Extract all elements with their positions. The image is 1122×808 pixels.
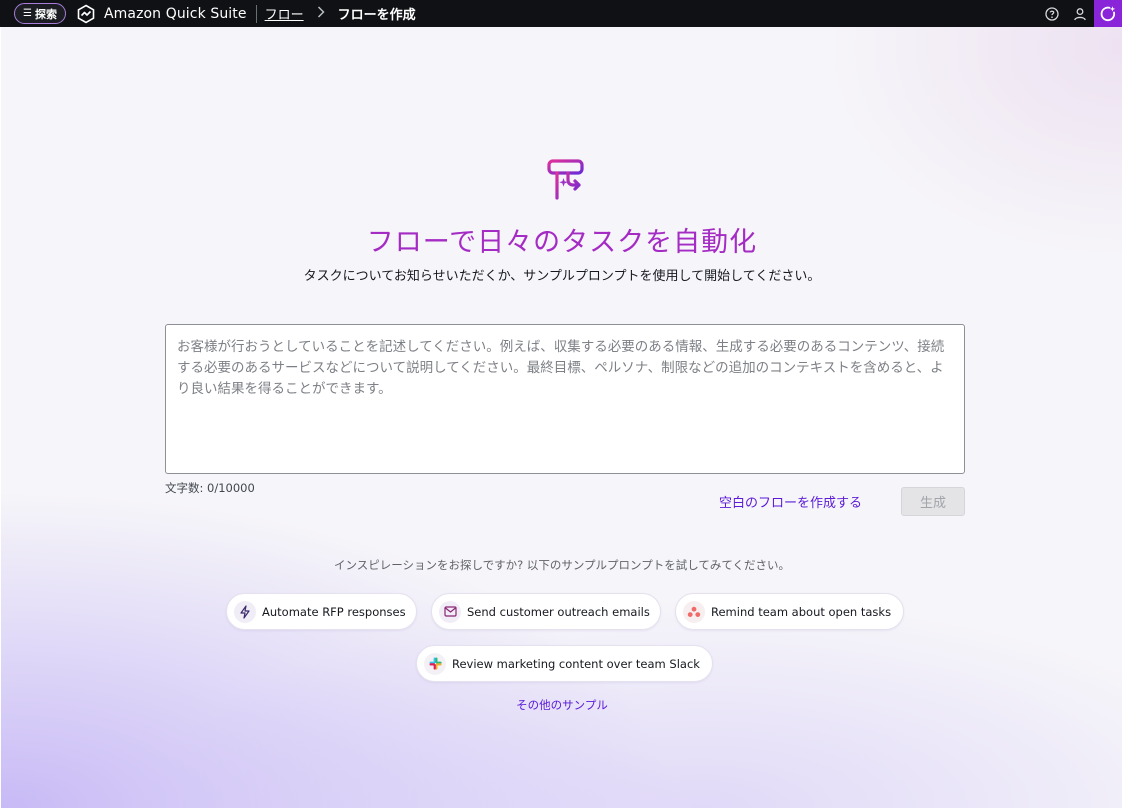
- sample-prompt-label: Automate RFP responses: [262, 604, 406, 619]
- breadcrumb-flows-link[interactable]: フロー: [265, 4, 304, 23]
- topbar-divider: [255, 4, 257, 23]
- sample-prompt-chip[interactable]: Remind team about open tasks: [675, 593, 904, 630]
- sample-prompt-chip[interactable]: Automate RFP responses: [226, 593, 417, 630]
- topbar-actions: [1038, 0, 1122, 27]
- lightning-icon: [234, 600, 256, 623]
- page-subtitle: タスクについてお知らせいただくか、サンプルプロンプトを使用して開始してください。: [303, 269, 821, 284]
- explore-button[interactable]: ☰ 探索: [14, 3, 66, 24]
- mail-icon: [439, 600, 461, 623]
- page-title: フローで日々のタスクを自動化: [366, 227, 758, 258]
- sample-prompt-label: Send customer outreach emails: [467, 604, 650, 619]
- generate-button[interactable]: 生成: [901, 487, 965, 516]
- quick-suite-logo-icon: [77, 4, 95, 23]
- menu-icon: ☰: [23, 8, 32, 19]
- flow-sparkle-icon: [547, 159, 584, 200]
- explore-label: 探索: [34, 7, 57, 21]
- flow-prompt-input[interactable]: [165, 324, 965, 474]
- character-count: 文字数: 0/10000: [165, 481, 255, 495]
- slack-icon: [424, 652, 446, 675]
- create-flow-page: フローで日々のタスクを自動化 タスクについてお知らせいただくか、サンプルプロンプ…: [0, 27, 1122, 808]
- brand[interactable]: Amazon Quick Suite: [76, 4, 247, 24]
- inspiration-text: インスピレーションをお探しですか? 以下のサンプルプロンプトを試してみてください…: [333, 558, 791, 572]
- chevron-right-icon: [317, 6, 325, 21]
- sample-prompt-chip[interactable]: Send customer outreach emails: [431, 593, 661, 630]
- sample-prompt-label: Remind team about open tasks: [711, 604, 892, 619]
- more-samples-link[interactable]: その他のサンプル: [1, 697, 1122, 713]
- brand-name: Amazon Quick Suite: [103, 5, 247, 22]
- top-navigation-bar: ☰ 探索 Amazon Quick Suite フロー フローを作成: [0, 0, 1122, 27]
- create-blank-flow-link[interactable]: 空白のフローを作成する: [719, 492, 862, 511]
- assistant-icon[interactable]: [1094, 0, 1122, 27]
- asana-icon: [683, 600, 705, 623]
- user-icon[interactable]: [1066, 0, 1094, 27]
- breadcrumb-current: フローを作成: [337, 8, 416, 23]
- sample-prompt-chip[interactable]: Review marketing content over team Slack: [416, 645, 713, 682]
- help-icon[interactable]: [1038, 0, 1066, 27]
- sample-prompt-label: Review marketing content over team Slack: [452, 656, 700, 671]
